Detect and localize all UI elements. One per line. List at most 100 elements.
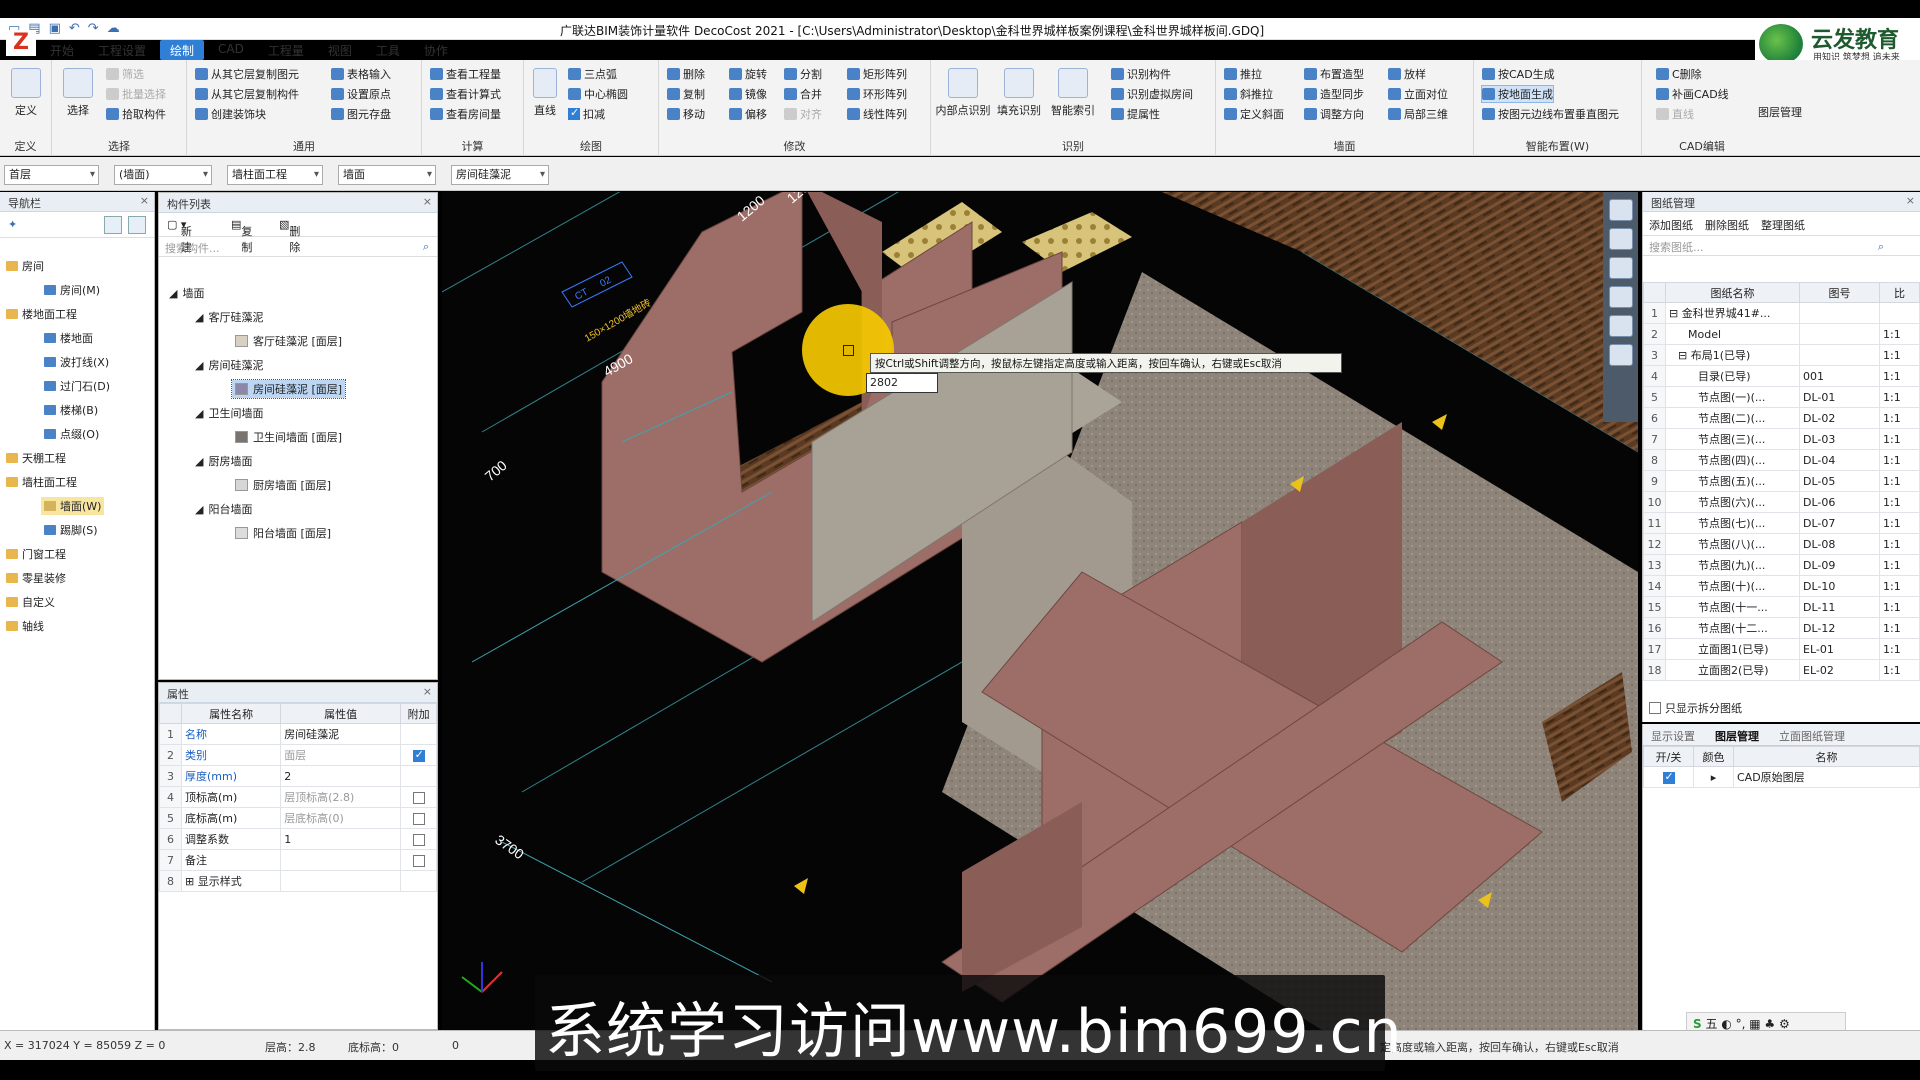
tab-display-settings[interactable]: 显示设置 (1651, 728, 1695, 744)
split-button[interactable]: 分割 (784, 66, 822, 82)
shape-sync-button[interactable]: 造型同步 (1304, 86, 1364, 102)
menu-start[interactable]: 开始 (40, 40, 84, 60)
nav-item-wall-surface[interactable]: 墙面(W) (41, 497, 105, 515)
undo-icon[interactable]: ↶ (69, 21, 80, 36)
new-component-button[interactable]: ▢ 新建 ▾ (167, 218, 192, 254)
nav-folder-misc[interactable]: 零星装修 (6, 570, 66, 586)
expand-icon[interactable]: ◢ (169, 287, 177, 300)
rotate-button[interactable]: 旋转 (729, 66, 767, 82)
offset-button[interactable]: 偏移 (729, 106, 767, 122)
smart-index-button[interactable]: 智能索引 (1047, 68, 1099, 118)
tree-node-wall[interactable]: ◢ 墙面 (169, 285, 204, 301)
expand-icon[interactable]: ◢ (195, 455, 203, 468)
deduct-checkbox[interactable]: 扣减 (568, 106, 605, 122)
delete-button[interactable]: 删除 (667, 66, 705, 82)
table-row[interactable]: 3 ⊟ 布局1(已导) 1:1 (1643, 344, 1920, 366)
nav-folder-axis[interactable]: 轴线 (6, 618, 44, 634)
mirror-button[interactable]: 镜像 (729, 86, 767, 102)
height-input[interactable]: 2802 (866, 373, 938, 393)
3d-viewport[interactable]: 1200 4900 700 3700 1200 CT 02 150×1200墙地… (442, 192, 1638, 1030)
cad-line-button[interactable]: 直线 (1656, 106, 1694, 122)
table-row[interactable]: 4 目录(已导) 001 1:1 (1643, 365, 1920, 387)
menu-cad[interactable]: CAD (208, 40, 254, 60)
table-row[interactable]: 7 节点图(三)(... DL-03 1:1 (1643, 428, 1920, 450)
table-row[interactable]: 7 备注 (159, 849, 437, 871)
view-formula-button[interactable]: 查看计算式 (430, 86, 501, 102)
tab-elevation-drawings[interactable]: 立面图纸管理 (1779, 728, 1845, 744)
list-view-icon[interactable] (104, 216, 122, 234)
table-row[interactable]: 8 ⊞ 显示样式 (159, 870, 437, 892)
extra-checkbox[interactable] (412, 833, 425, 846)
tree-leaf-kitchen-layer[interactable]: 厨房墙面 [面层] (235, 477, 331, 493)
layer-manage-ribbon-button[interactable]: 图层管理 (1758, 104, 1802, 120)
extra-checkbox[interactable] (412, 812, 425, 825)
nav-folder-doors-windows[interactable]: 门窗工程 (6, 546, 66, 562)
rect-array-button[interactable]: 矩形阵列 (847, 66, 907, 82)
add-drawing-button[interactable]: 添加图纸 (1649, 217, 1693, 233)
table-row[interactable]: 17 立面图1(已导) EL-01 1:1 (1643, 638, 1920, 660)
copy-from-layer-button[interactable]: 从其它层复制图元 (195, 66, 299, 82)
extra-checkbox[interactable] (412, 854, 425, 867)
component-dropdown[interactable]: 房间硅藻泥 (451, 165, 549, 185)
project-type-dropdown[interactable]: 墙柱面工程 (227, 165, 323, 185)
screen-icon[interactable] (1608, 286, 1633, 308)
merge-button[interactable]: 合并 (784, 86, 822, 102)
orbit-icon[interactable] (1608, 199, 1633, 221)
save-element-button[interactable]: 图元存盘 (331, 106, 391, 122)
save-icon[interactable]: ▣ (49, 21, 61, 36)
menu-collab[interactable]: 协作 (414, 40, 458, 60)
tree-leaf-living-layer[interactable]: 客厅硅藻泥 [面层] (235, 333, 342, 349)
table-row[interactable]: 2 类别 面层 (159, 744, 437, 766)
create-block-button[interactable]: 创建装饰块 (195, 106, 266, 122)
table-row[interactable]: 10 节点图(六)(... DL-06 1:1 (1643, 491, 1920, 513)
expand-arrow-icon[interactable]: ▸ (1711, 771, 1717, 784)
local-3d-button[interactable]: 局部三维 (1388, 106, 1448, 122)
table-input-button[interactable]: 表格输入 (331, 66, 391, 82)
table-row[interactable]: 5 节点图(一)(... DL-01 1:1 (1643, 386, 1920, 408)
table-row[interactable]: 3 厚度(mm) 2 (159, 765, 437, 787)
pick-component-button[interactable]: 拾取构件 (106, 106, 166, 122)
table-row[interactable]: 13 节点图(九)(... DL-09 1:1 (1643, 554, 1920, 576)
organize-drawing-button[interactable]: 整理图纸 (1761, 217, 1805, 233)
nav-item-threshold[interactable]: 过门石(D) (44, 378, 110, 394)
generate-by-floor-button[interactable]: 按地面生成 (1481, 85, 1554, 103)
search-icon[interactable]: ⌕ (423, 240, 429, 254)
view-quantity-button[interactable]: 查看工程量 (430, 66, 501, 82)
expand-icon[interactable]: ◢ (195, 311, 203, 324)
three-point-arc-button[interactable]: 三点弧 (568, 66, 617, 82)
tree-leaf-room-layer[interactable]: 房间硅藻泥 [面层] (230, 379, 347, 399)
move-button[interactable]: 移动 (667, 106, 705, 122)
floor-dropdown[interactable]: 首层 (4, 165, 99, 185)
display-mode-icon[interactable] (1608, 257, 1633, 279)
copy-button[interactable]: 复制 (667, 86, 705, 102)
properties-close-icon[interactable]: × (423, 685, 432, 698)
ring-array-button[interactable]: 环形阵列 (847, 86, 907, 102)
redo-icon[interactable]: ↷ (88, 21, 99, 36)
extra-checkbox[interactable] (412, 791, 425, 804)
prop-value[interactable] (280, 870, 402, 892)
linear-array-button[interactable]: 线性阵列 (847, 106, 907, 122)
extract-property-button[interactable]: 提属性 (1111, 106, 1160, 122)
prop-value[interactable]: 房间硅藻泥 (280, 723, 402, 745)
table-row[interactable]: 18 立面图2(已导) EL-02 1:1 (1643, 659, 1920, 681)
align-button[interactable]: 对齐 (784, 106, 822, 122)
redraw-cad-line-button[interactable]: 补画CAD线 (1656, 86, 1729, 102)
menu-view[interactable]: 视图 (318, 40, 362, 60)
filter-button[interactable]: 筛选 (106, 66, 144, 82)
expand-icon[interactable]: ◢ (195, 359, 203, 372)
elevation-align-button[interactable]: 立面对位 (1388, 86, 1448, 102)
loft-button[interactable]: 放样 (1388, 66, 1426, 82)
recognize-component-button[interactable]: 识别构件 (1111, 66, 1171, 82)
recognize-virtual-room-button[interactable]: 识别虚拟房间 (1111, 86, 1193, 102)
tree-node-living[interactable]: ◢ 客厅硅藻泥 (195, 309, 263, 325)
define-slope-button[interactable]: 定义斜面 (1224, 106, 1284, 122)
table-row[interactable]: 6 调整系数 1 (159, 828, 437, 850)
nav-folder-room[interactable]: 房间 (6, 258, 44, 274)
place-shape-button[interactable]: 布置造型 (1304, 66, 1364, 82)
nav-item-stairs[interactable]: 楼梯(B) (44, 402, 98, 418)
category-dropdown[interactable]: (墙面) (114, 165, 212, 185)
prop-value[interactable]: 层底标高(0) (280, 807, 402, 829)
interior-point-recognize-button[interactable]: 内部点识别 (935, 68, 991, 118)
menu-quantity[interactable]: 工程量 (258, 40, 314, 60)
vertical-by-edge-button[interactable]: 按图元边线布置垂直图元 (1482, 106, 1619, 122)
